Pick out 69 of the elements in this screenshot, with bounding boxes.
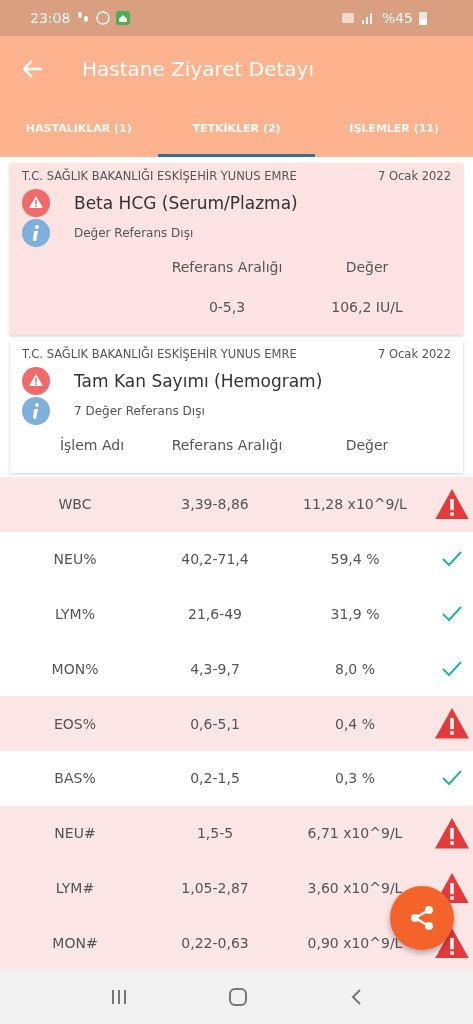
reference-range: 1,05-2,87 [180,880,250,897]
test-name: Tam Kan Sayımı (Hemogram) [74,370,323,391]
warning-icon [22,188,50,217]
reference-range: 21,6-49 [186,605,243,622]
column-header: İşlem Adı [58,435,126,455]
column-header: Değer [344,257,390,277]
column-header: Referans Aralığı [170,257,284,277]
home-icon[interactable] [229,988,248,1007]
warning-icon [434,818,469,849]
test-note: 7 Değer Referans Dışı [74,403,205,418]
info-icon [22,396,50,425]
column-header: Referans Aralığı [170,435,284,455]
institution-name: T.C. SAĞLIK BAKANLIĞI ESKİŞEHİR YUNUS EMRE [22,168,297,183]
check-icon [441,660,462,677]
result-value: 8,0 % [334,660,376,677]
warning-icon [434,708,469,739]
reference-range: 1,5-5 [195,825,235,842]
test-code: NEU# [53,825,97,842]
result-value: 31,9 % [329,605,381,622]
reference-range: 0,22-0,63 [180,935,250,951]
reference-range: 3,39-8,86 [180,496,250,513]
test-code: NEU% [52,551,98,567]
warning-icon [434,488,469,520]
result-value: 3,60 x10^9/L [306,880,404,897]
tab[interactable]: TETKİKLER (2) [157,103,316,157]
tab[interactable]: HASTALIKLAR (1) [0,103,158,157]
test-code: LYM# [54,880,96,897]
test-card[interactable]: T.C. SAĞLIK BAKANLIĞI ESKİŞEHİR YUNUS EMRE 7 Ocak 2022 Beta HCG (Serum/Plazma) Değer Referans Dışı Referans Aralığı Değer 0-5,3 106,2 IU/L [10,162,463,335]
test-code: EOS% [52,715,98,732]
reference-range: 4,3-9,7 [189,660,241,677]
test-name: Beta HCG (Serum/Plazma) [74,192,298,213]
test-code: MON# [51,935,99,951]
result-value: 59,4 % [329,551,381,567]
test-code: MON% [50,660,100,677]
status-time: 23:08 [30,9,71,26]
test-date: 7 Ocak 2022 [378,346,451,361]
battery-level: %45 [381,9,413,26]
check-icon [441,770,462,787]
result-value: 11,28 x10^9/L [302,496,408,513]
result-value: 0,3 % [334,770,376,787]
footsteps-icon [76,10,91,25]
check-icon [441,605,462,622]
tab[interactable]: İŞLEMLER (11) [315,103,473,157]
page-title: Hastane Ziyaret Detayı [82,57,314,82]
test-code: BAS% [53,770,97,787]
back-arrow-icon [23,60,43,79]
reference-range: 0-5,3 [207,297,247,317]
test-card[interactable]: T.C. SAĞLIK BAKANLIĞI ESKİŞEHİR YUNUS EMRE 7 Ocak 2022 Tam Kan Sayımı (Hemogram) 7 Değer Referans Dışı İşlem Adı Referans Aralığı Değer [10,340,463,473]
result-value: 0,4 % [334,715,376,732]
reference-range: 40,2-71,4 [180,551,250,567]
test-note: Değer Referans Dışı [74,225,194,240]
test-code: WBC [57,496,93,513]
result-value: 6,71 x10^9/L [306,825,404,842]
institution-name: T.C. SAĞLIK BAKANLIĞI ESKİŞEHİR YUNUS EMRE [22,346,297,361]
test-date: 7 Ocak 2022 [378,168,451,183]
reference-range: 0,6-5,1 [189,715,241,732]
result-value: 106,2 IU/L [330,297,404,317]
result-value: 0,90 x10^9/L [306,935,404,951]
chat-icon [96,10,111,25]
back-icon[interactable] [349,989,362,1006]
info-icon [22,218,50,247]
recent-apps-icon[interactable] [111,989,128,1006]
test-code: LYM% [54,605,96,622]
battery-icon [419,10,427,25]
reference-range: 0,2-1,5 [189,770,241,787]
check-icon [441,551,462,567]
warning-icon [22,366,50,395]
home-app-icon [116,10,131,25]
column-header: Değer [344,435,390,455]
